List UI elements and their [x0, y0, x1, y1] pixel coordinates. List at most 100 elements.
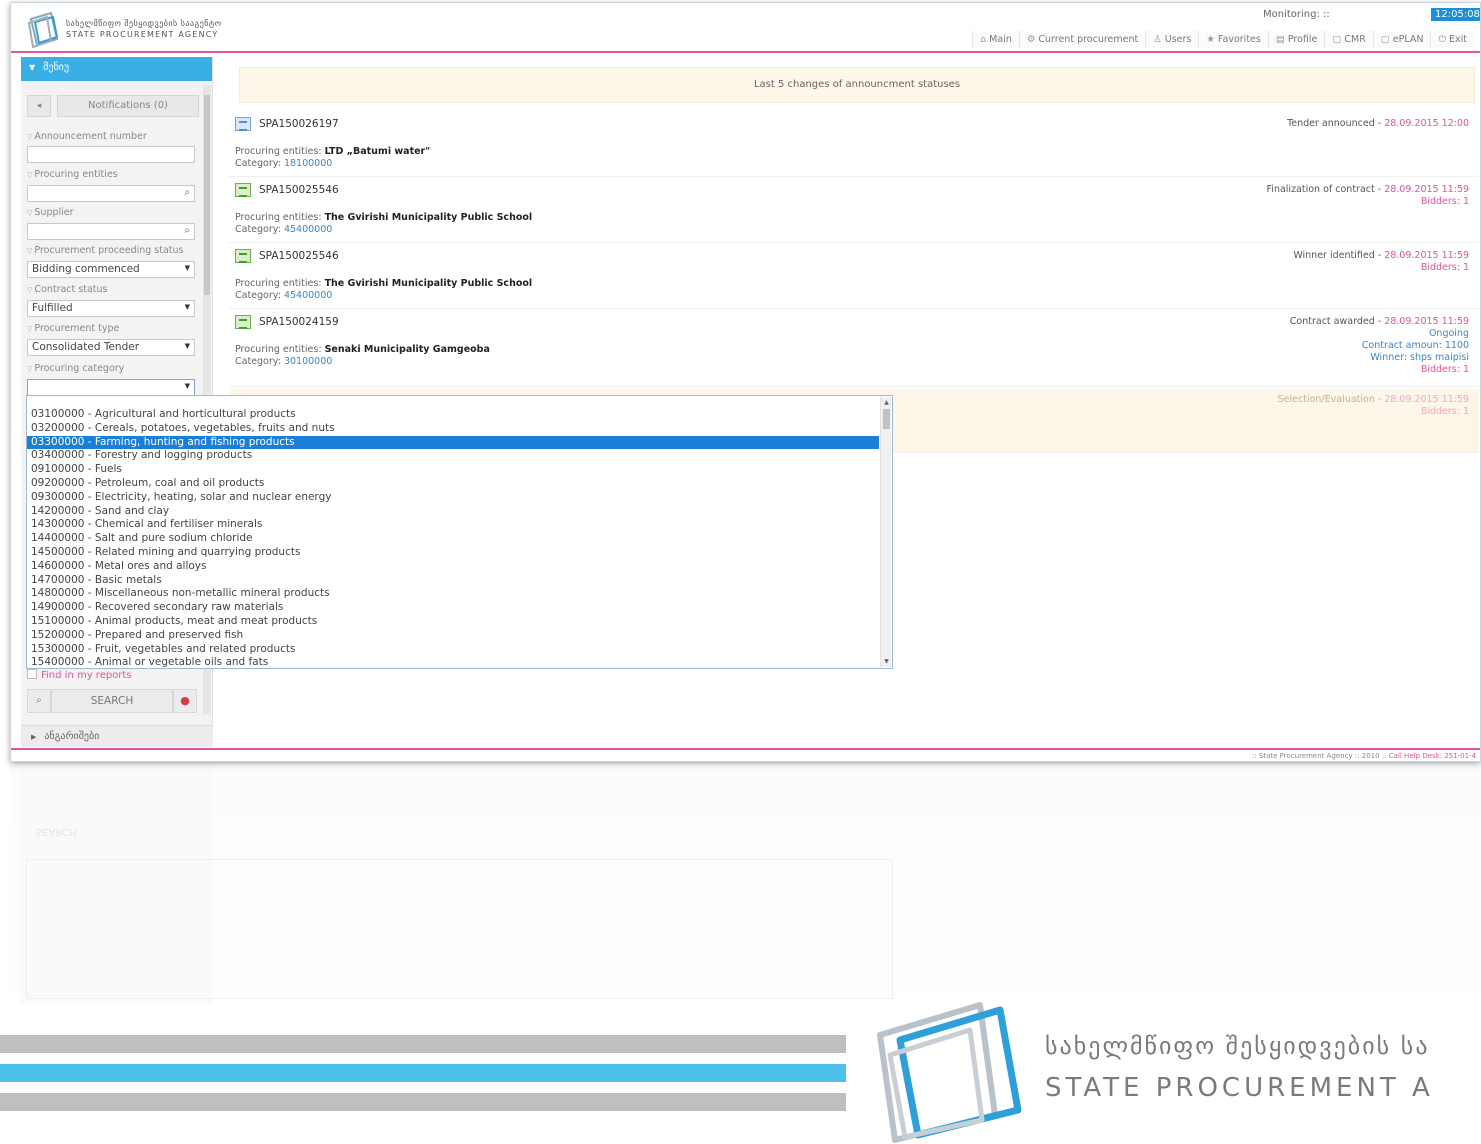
entry-status: Selection/Evaluation - 28.09.2015 11:59 B…: [1277, 394, 1469, 417]
announcement-entry[interactable]: SPA150026197 Procuring entities: LTD „Ba…: [229, 113, 1479, 177]
announcement-id-link[interactable]: SPA150025546: [259, 250, 339, 262]
dropdown-option[interactable]: 14400000 - Salt and pure sodium chloride: [27, 532, 879, 546]
procuring-entities-input[interactable]: ⌕: [27, 185, 195, 202]
org-name-en: STATE PROCUREMENT AGENCY: [66, 30, 219, 39]
dropdown-option[interactable]: 09100000 - Fuels: [27, 463, 879, 477]
nav-current-procurement[interactable]: ⚙ Current procurement: [1018, 31, 1146, 48]
announcement-number-label: ▽ Announcement number: [27, 131, 147, 142]
nav-users[interactable]: ♙ Users: [1145, 31, 1199, 48]
agency-logo-icon[interactable]: [23, 9, 63, 49]
announcement-id-link[interactable]: SPA150026197: [259, 118, 339, 130]
procuring-category-select[interactable]: ▼: [27, 379, 195, 396]
notifications-toggle-button[interactable]: ◂: [27, 95, 51, 117]
brand-name-en: STATE PROCUREMENT A: [1045, 1073, 1434, 1103]
reflection-search-text: SEARCH: [36, 826, 77, 837]
entry-status: Finalization of contract - 28.09.2015 11…: [1266, 184, 1469, 207]
dropdown-option[interactable]: 15100000 - Animal products, meat and mea…: [27, 615, 879, 629]
filter-triangle-icon: ▽: [27, 209, 33, 217]
filter-triangle-icon: ▽: [27, 133, 33, 141]
supplier-input[interactable]: ⌕: [27, 223, 195, 240]
top-nav: ⌂ Main ⚙ Current procurement ♙ Users ★ Favor…: [972, 31, 1474, 48]
procurement-type-select[interactable]: Consolidated Tender ▼: [27, 339, 195, 356]
procuring-category-dropdown[interactable]: 03100000 - Agricultural and horticultura…: [26, 395, 893, 669]
notifications-button[interactable]: Notifications (0): [57, 95, 199, 117]
nav-exit[interactable]: ⏻ Exit: [1430, 31, 1474, 48]
notifications-row: ◂ Notifications (0): [27, 95, 199, 117]
nav-cmr[interactable]: ▢ CMR: [1324, 31, 1373, 48]
nav-main[interactable]: ⌂ Main: [972, 31, 1019, 48]
dropdown-option[interactable]: 09200000 - Petroleum, coal and oil produ…: [27, 477, 879, 491]
dropdown-options: 03100000 - Agricultural and horticultura…: [27, 408, 879, 670]
dropdown-option[interactable]: 14600000 - Metal ores and alloys: [27, 560, 879, 574]
dropdown-option[interactable]: 03200000 - Cereals, potatoes, vegetables…: [27, 422, 879, 436]
sidebar-header[interactable]: ▼ მენიუ: [21, 57, 212, 81]
category-text: Category: 45400000: [235, 224, 333, 235]
scroll-up-icon[interactable]: ▲: [882, 398, 891, 407]
dropdown-option[interactable]: 14800000 - Miscellaneous non-metallic mi…: [27, 587, 879, 601]
proceeding-status-select[interactable]: Bidding commenced ▼: [27, 261, 195, 278]
announcement-icon: [235, 183, 251, 197]
filter-triangle-icon: ▽: [27, 247, 33, 255]
filter-triangle-icon: ▽: [27, 365, 33, 373]
find-in-my-reports-checkbox[interactable]: Find in my reports: [27, 669, 132, 681]
search-button[interactable]: SEARCH: [51, 689, 173, 713]
announcement-icon: [235, 249, 251, 263]
dropdown-scrollbar[interactable]: ▲ ▼: [880, 397, 891, 667]
dropdown-option[interactable]: 14700000 - Basic metals: [27, 574, 879, 588]
entry-status: Contract awarded - 28.09.2015 11:59 Ongoi…: [1289, 316, 1469, 375]
category-text: Category: 18100000: [235, 158, 333, 169]
contract-status-label: ▽ Contract status: [27, 284, 108, 295]
brand-stripe-blue: [0, 1064, 846, 1082]
org-name-ka: სახელმწიფო შესყიდვების სააგენტო: [66, 19, 222, 28]
caret-down-icon: ▼: [29, 63, 36, 72]
search-icon[interactable]: ⌕: [184, 187, 190, 198]
scroll-down-icon[interactable]: ▼: [882, 657, 891, 666]
brand-name-ka: სახელმწიფო შესყიდვების სა: [1045, 1032, 1430, 1060]
brand-stripe-gray: [0, 1093, 846, 1111]
checkbox-icon[interactable]: [27, 669, 37, 679]
search-icon[interactable]: ⌕: [27, 689, 51, 713]
nav-eplan[interactable]: ▢ ePLAN: [1372, 31, 1431, 48]
dropdown-option[interactable]: 14200000 - Sand and clay: [27, 505, 879, 519]
announcement-id-link[interactable]: SPA150025546: [259, 184, 339, 196]
procurement-type-label: ▽ Procurement type: [27, 323, 120, 334]
category-code-link[interactable]: 45400000: [284, 290, 332, 301]
dropdown-option[interactable]: 14900000 - Recovered secondary raw mater…: [27, 601, 879, 615]
search-icon[interactable]: ⌕: [184, 225, 190, 236]
announcement-entry[interactable]: SPA150025546 Procuring entities: The Gvi…: [229, 179, 1479, 243]
dropdown-option[interactable]: 03400000 - Forestry and logging products: [27, 449, 879, 463]
dropdown-option[interactable]: 15200000 - Prepared and preserved fish: [27, 629, 879, 643]
category-code-link[interactable]: 18100000: [284, 158, 332, 169]
announcement-entry[interactable]: SPA150024159 Procuring entities: Senaki …: [229, 311, 1479, 387]
category-code-link[interactable]: 45400000: [284, 224, 332, 235]
dropdown-option[interactable]: 14500000 - Related mining and quarrying …: [27, 546, 879, 560]
announcement-number-input[interactable]: [27, 146, 195, 163]
clock: 12:05:08: [1431, 8, 1480, 21]
entry-status: Tender announced - 28.09.2015 12:00: [1287, 118, 1469, 129]
dropdown-option[interactable]: 14300000 - Chemical and fertiliser miner…: [27, 518, 879, 532]
nav-profile[interactable]: ▤ Profile: [1267, 31, 1325, 48]
dropdown-option[interactable]: 03100000 - Agricultural and horticultura…: [27, 408, 879, 422]
chevron-down-icon: ▼: [184, 264, 190, 272]
contract-status-select[interactable]: Fulfilled ▼: [27, 300, 195, 317]
dropdown-option[interactable]: 03300000 - Farming, hunting and fishing …: [27, 435, 879, 450]
announcement-entry[interactable]: SPA150025546 Procuring entities: The Gvi…: [229, 245, 1479, 309]
sidebar-scroll-thumb[interactable]: [204, 95, 210, 295]
procuring-entity-text: Procuring entities: Senaki Municipality …: [235, 344, 490, 355]
dropdown-option[interactable]: 09300000 - Electricity, heating, solar a…: [27, 491, 879, 505]
clear-filter-button[interactable]: ●: [173, 689, 197, 713]
chevron-down-icon: ▼: [184, 342, 190, 350]
monitoring-link[interactable]: Monitoring: ::: [1263, 9, 1330, 20]
dropdown-option[interactable]: 15400000 - Animal or vegetable oils and …: [27, 656, 879, 670]
dropdown-scroll-thumb[interactable]: [883, 409, 890, 429]
app-footer: :: State Procurement Agency :: 2010 :: C…: [11, 748, 1480, 761]
chevron-down-icon: ▼: [184, 382, 190, 390]
dropdown-option[interactable]: 15300000 - Fruit, vegetables and related…: [27, 643, 879, 657]
category-code-link[interactable]: 30100000: [284, 356, 332, 367]
procuring-entity-text: Procuring entities: The Gvirishi Municip…: [235, 278, 533, 289]
filter-triangle-icon: ▽: [27, 286, 33, 294]
sidebar-reports-section[interactable]: ▶ ანგარიშები: [21, 725, 213, 747]
brand-stripe-gray: [0, 1035, 846, 1053]
nav-favorites[interactable]: ★ Favorites: [1198, 31, 1268, 48]
announcement-id-link[interactable]: SPA150024159: [259, 316, 339, 328]
